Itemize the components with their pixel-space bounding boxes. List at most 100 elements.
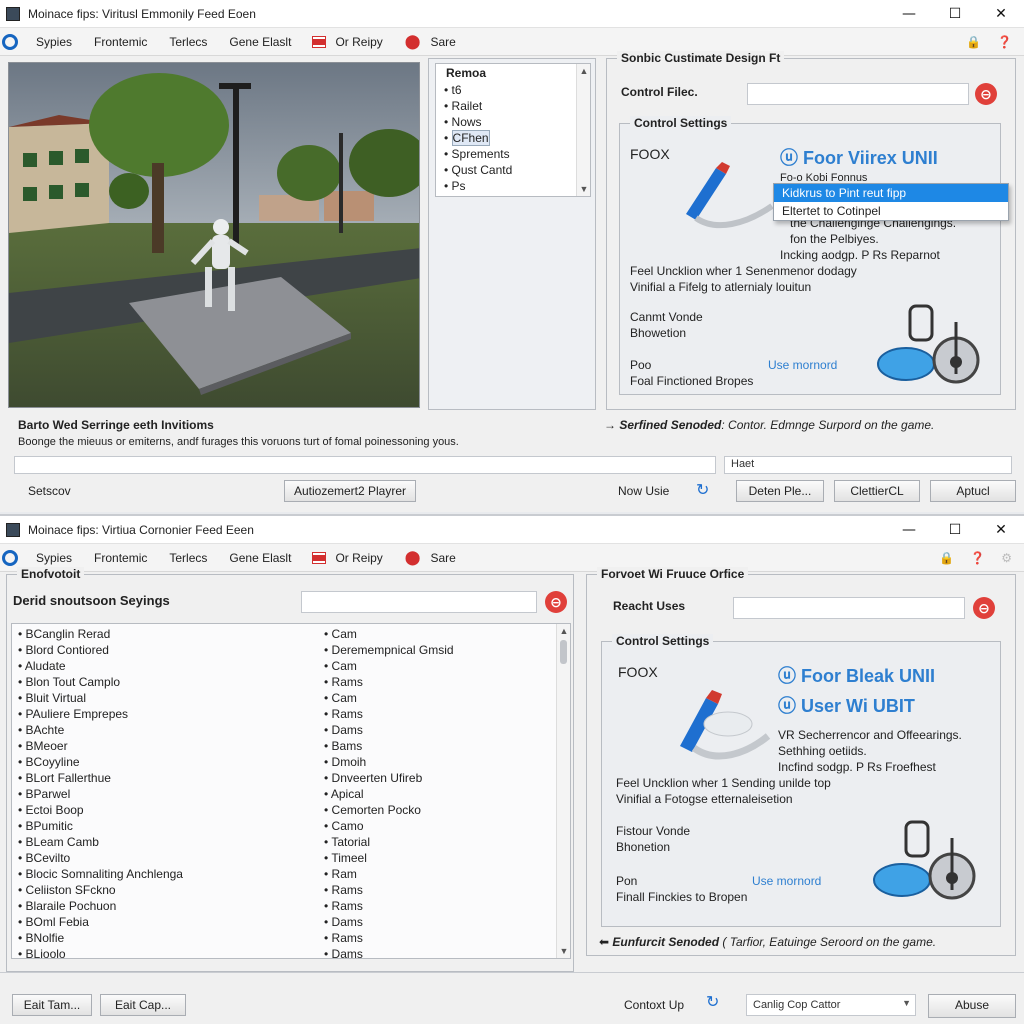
settings-value-row[interactable]: • Dams <box>324 946 554 958</box>
dropdown-item[interactable]: Eltertet to Cotinpel <box>774 202 1008 220</box>
lock-icon[interactable]: 🔒 <box>966 35 981 49</box>
menu-frontemic[interactable]: Frontemic <box>94 551 147 565</box>
scroll-thumb[interactable] <box>560 640 567 664</box>
list-item[interactable]: • Nows <box>444 114 590 130</box>
settings-name-row[interactable]: • Blord Contiored <box>18 642 308 658</box>
scroll-down-icon[interactable]: ▼ <box>557 944 570 958</box>
menu-save[interactable]: ⬤ Sare <box>405 549 456 566</box>
settings-value-row[interactable]: • Rams <box>324 930 554 946</box>
reset-uses-input[interactable] <box>733 597 965 619</box>
settings-name-row[interactable]: • Celiiston SFckno <box>18 882 308 898</box>
menu-terlecs[interactable]: Terlecs <box>169 551 207 565</box>
clear-icon[interactable]: ⊖ <box>975 83 997 105</box>
close-button[interactable]: ✕ <box>978 0 1024 28</box>
refresh-icon[interactable]: ↻ <box>706 992 719 1012</box>
settings-value-row[interactable]: • Dams <box>324 722 554 738</box>
list-item-selected[interactable]: • CFhen <box>444 130 590 146</box>
settings-value-row[interactable]: • Rams <box>324 706 554 722</box>
scroll-up-icon[interactable]: ▲ <box>577 64 590 78</box>
list-item[interactable]: • Qust Cantd <box>444 162 590 178</box>
settings-value-row[interactable]: • Tatorial <box>324 834 554 850</box>
settings-name-row[interactable]: • BLort Fallerthue <box>18 770 308 786</box>
menu-gene[interactable]: Gene Elaslt <box>229 35 291 49</box>
settings-name-row[interactable]: • Bluit Virtual <box>18 690 308 706</box>
object-list[interactable]: Remoa • t6 • Railet • Nows • CFhen • Spr… <box>435 63 591 197</box>
settings-name-row[interactable]: • BParwel <box>18 786 308 802</box>
settings-value-row[interactable]: • Rams <box>324 898 554 914</box>
autocomplete-player-button[interactable]: Autiozemert2 Playrer <box>284 480 416 502</box>
list-item[interactable]: • Ps <box>444 178 590 194</box>
menu-terlecs[interactable]: Terlecs <box>169 35 207 49</box>
settings-name-row[interactable]: • BAchte <box>18 722 308 738</box>
edit-team-button[interactable]: Eait Tam... <box>12 994 92 1016</box>
settings-name-row[interactable]: • Ectoi Boop <box>18 802 308 818</box>
menu-reply[interactable]: Or Reipy <box>312 35 383 49</box>
settings-value-row[interactable]: • Bams <box>324 738 554 754</box>
menu-frontemic[interactable]: Frontemic <box>94 35 147 49</box>
menu-gene[interactable]: Gene Elaslt <box>229 551 291 565</box>
search-input[interactable]: Haet <box>724 456 1012 474</box>
clear-icon[interactable]: ⊖ <box>545 591 567 613</box>
help-icon[interactable]: ❓ <box>970 551 985 565</box>
settings-name-row[interactable]: • Blaraile Pochuon <box>18 898 308 914</box>
settings-value-row[interactable]: • Dams <box>324 914 554 930</box>
settings-icon[interactable]: ⚙ <box>1001 551 1012 565</box>
edit-cap-button[interactable]: Eait Cap... <box>100 994 186 1016</box>
list-item[interactable]: • Sprements <box>444 146 590 162</box>
settings-value-row[interactable]: • Rams <box>324 674 554 690</box>
about-button[interactable]: Abuse <box>928 994 1016 1018</box>
settings-value-row[interactable]: • Dmoih <box>324 754 554 770</box>
control-files-input[interactable] <box>747 83 969 105</box>
settings-value-row[interactable]: • Apical <box>324 786 554 802</box>
list-scrollbar[interactable]: ▲ ▼ <box>556 624 570 958</box>
menu-reply[interactable]: Or Reipy <box>312 551 383 565</box>
settings-name-row[interactable]: • Blon Tout Camplo <box>18 674 308 690</box>
settings-value-row[interactable]: • Cam <box>324 690 554 706</box>
menu-sypies[interactable]: Sypies <box>36 35 72 49</box>
settings-search-input[interactable] <box>301 591 537 613</box>
settings-name-row[interactable]: • BOml Febia <box>18 914 308 930</box>
maximize-button[interactable]: ☐ <box>932 0 978 28</box>
settings-value-row[interactable]: • Cemorten Pocko <box>324 802 554 818</box>
settings-value-row[interactable]: • Camo <box>324 818 554 834</box>
list-scrollbar[interactable]: ▲ ▼ <box>576 64 590 196</box>
details-button[interactable]: Deten Ple... <box>736 480 824 502</box>
path-input[interactable] <box>14 456 716 474</box>
settings-name-row[interactable]: • Aludate <box>18 658 308 674</box>
maximize-button[interactable]: ☐ <box>932 516 978 544</box>
minimize-button[interactable]: — <box>886 0 932 28</box>
settings-name-row[interactable]: • BPumitic <box>18 818 308 834</box>
scroll-down-icon[interactable]: ▼ <box>577 182 590 196</box>
settings-value-row[interactable]: • Deremempnical Gmsid <box>324 642 554 658</box>
settings-value-row[interactable]: • Ram <box>324 866 554 882</box>
settings-name-row[interactable]: • BLeam Camb <box>18 834 308 850</box>
settings-value-row[interactable]: • Cam <box>324 626 554 642</box>
config-select[interactable]: Canlig Cop Cattor ▼ <box>746 994 916 1016</box>
settings-name-row[interactable]: • BLioolo <box>18 946 308 958</box>
menu-save[interactable]: ⬤ Sare <box>405 33 456 50</box>
settings-name-row[interactable]: • BCevilto <box>18 850 308 866</box>
settings-value-row[interactable]: • Rams <box>324 882 554 898</box>
clear-icon[interactable]: ⊖ <box>973 597 995 619</box>
menu-sypies[interactable]: Sypies <box>36 551 72 565</box>
close-button[interactable]: ✕ <box>978 516 1024 544</box>
scene-viewport[interactable] <box>8 62 420 408</box>
use-link[interactable]: Use mornord <box>768 358 837 372</box>
use-link[interactable]: Use mornord <box>752 874 821 888</box>
settings-list[interactable]: • BCanglin Rerad • Blord Contiored • Aluda… <box>11 623 571 959</box>
help-icon[interactable]: ❓ <box>997 35 1012 49</box>
settings-name-row[interactable]: • BNolfie <box>18 930 308 946</box>
list-item[interactable]: • t6 <box>444 82 590 98</box>
settings-value-row[interactable]: • Timeel <box>324 850 554 866</box>
settings-name-row[interactable]: • BMeoer <box>18 738 308 754</box>
settings-name-row[interactable]: • PAuliere Emprepes <box>18 706 308 722</box>
settings-name-row[interactable]: • BCoyyline <box>18 754 308 770</box>
settings-name-row[interactable]: • BCanglin Rerad <box>18 626 308 642</box>
settings-value-row[interactable]: • Dnveerten Ufireb <box>324 770 554 786</box>
dropdown-item-selected[interactable]: Kidkrus to Pint reut fipp <box>774 184 1008 202</box>
apply-button[interactable]: Aptucl <box>930 480 1016 502</box>
minimize-button[interactable]: — <box>886 516 932 544</box>
refresh-icon[interactable]: ↻ <box>696 480 709 500</box>
settings-value-row[interactable]: • Cam <box>324 658 554 674</box>
clear-button[interactable]: ClettierCL <box>834 480 920 502</box>
